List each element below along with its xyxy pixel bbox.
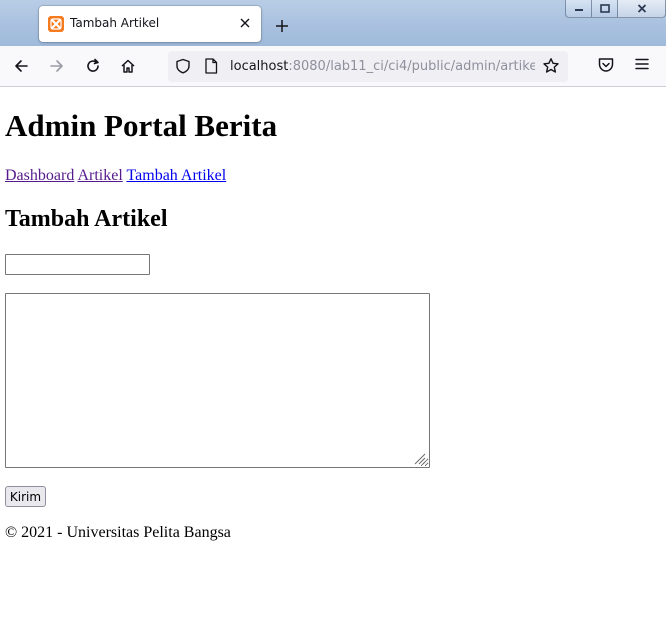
back-arrow-icon[interactable] <box>10 55 32 77</box>
minimize-window-icon[interactable] <box>565 0 592 18</box>
page-heading: Tambah Artikel <box>5 206 168 232</box>
browser-tab-active[interactable]: Tambah Artikel <box>39 6 261 42</box>
url-path: :8080/lab11_ci/ci4/public/admin/artikel/… <box>288 59 535 74</box>
page-info-icon[interactable] <box>204 58 218 78</box>
bookmark-star-icon[interactable] <box>542 57 560 79</box>
nav-link-tambah-artikel[interactable]: Tambah Artikel <box>126 167 226 184</box>
forward-arrow-icon[interactable] <box>46 55 68 77</box>
home-icon[interactable] <box>117 55 139 77</box>
xampp-icon <box>48 16 64 32</box>
nav-link-artikel[interactable]: Artikel <box>77 167 122 184</box>
address-bar[interactable]: localhost:8080/lab11_ci/ci4/public/admin… <box>168 51 568 82</box>
page-footer: © 2021 - Universitas Pelita Bangsa <box>5 524 231 541</box>
tracking-protection-icon[interactable] <box>175 58 191 78</box>
site-title: Admin Portal Berita <box>5 108 278 143</box>
browser-title-bar: Tambah Artikel <box>0 0 666 46</box>
close-tab-icon[interactable] <box>237 15 253 31</box>
hamburger-menu-icon[interactable] <box>634 56 650 76</box>
reload-icon[interactable] <box>82 55 104 77</box>
page-viewport: Admin Portal Berita Dashboard Artikel Ta… <box>0 87 666 622</box>
close-window-icon[interactable] <box>618 0 666 18</box>
content-textarea[interactable] <box>5 293 430 468</box>
submit-button[interactable]: Kirim <box>5 486 46 507</box>
title-input[interactable] <box>5 254 150 275</box>
window-controls <box>565 0 666 18</box>
new-tab-icon[interactable] <box>271 15 293 37</box>
resize-grip-icon[interactable] <box>412 450 426 469</box>
admin-nav: Dashboard Artikel Tambah Artikel <box>5 167 226 185</box>
url-text[interactable]: localhost:8080/lab11_ci/ci4/public/admin… <box>230 59 535 74</box>
tab-title: Tambah Artikel <box>70 16 160 30</box>
pocket-icon[interactable] <box>597 56 615 78</box>
browser-toolbar: localhost:8080/lab11_ci/ci4/public/admin… <box>0 46 666 87</box>
maximize-window-icon[interactable] <box>592 0 618 18</box>
nav-link-dashboard[interactable]: Dashboard <box>5 167 74 184</box>
url-host: localhost <box>230 59 289 74</box>
